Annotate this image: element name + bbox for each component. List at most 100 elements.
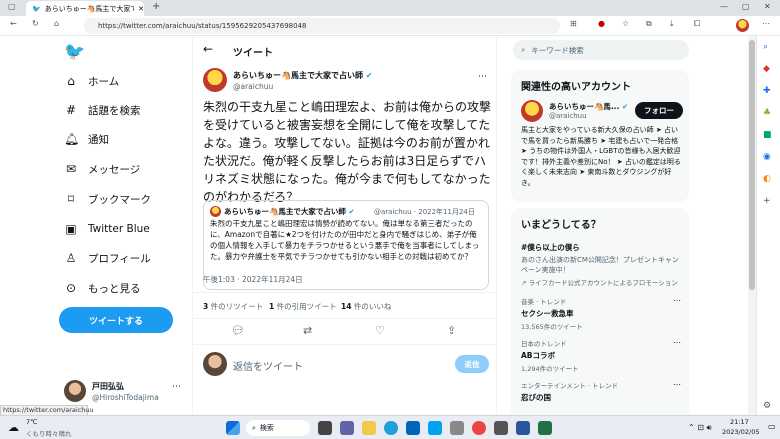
related-title: 関連性の高いアカウント — [521, 82, 631, 93]
author-avatar[interactable] — [203, 68, 227, 92]
address-bar[interactable]: https://twitter.com/araichuu/status/1595… — [84, 18, 560, 34]
reload-icon[interactable]: ↻ — [32, 19, 39, 28]
clock-time[interactable]: 21:17 — [730, 418, 749, 426]
twitter-favicon-icon: 🐦 — [32, 4, 41, 13]
more-dots-icon[interactable]: ⋯ — [478, 72, 487, 82]
home-icon[interactable]: ⌂ — [54, 19, 59, 28]
tools-icon[interactable]: ✚ — [763, 86, 771, 96]
tweet-button[interactable]: ツイートする — [59, 307, 173, 333]
extension-icon[interactable]: ⊞ — [570, 19, 577, 28]
reply-icon[interactable]: 💬︎ — [231, 324, 245, 337]
search-label: 検索 — [259, 424, 274, 432]
follow-button[interactable]: フォロー — [635, 102, 683, 119]
retweets-stat[interactable]: 3 件のリツイート — [203, 301, 263, 312]
outlook-icon[interactable]: ◉ — [763, 152, 771, 162]
likes-stat[interactable]: 14 件のいいね — [341, 301, 391, 312]
edge-sidebar: ⌕ ◆ ✚ ♣ ■ ◉ ◐ + ⚙ — [756, 36, 780, 415]
more-dots-icon[interactable]: ⋯ — [673, 296, 681, 305]
taskbar-search[interactable]: ⌕ 検索 — [246, 420, 310, 436]
excel-icon[interactable] — [538, 421, 552, 435]
notification-icon[interactable]: ▭ — [768, 422, 776, 431]
bell-icon: 🔔︎ — [64, 132, 80, 146]
store-icon[interactable] — [406, 421, 420, 435]
search-input[interactable]: ⌕ キーワード検索 — [513, 40, 689, 60]
more-dots-icon: ⋯ — [172, 382, 181, 392]
nav-home[interactable]: ⌂ ホーム — [64, 72, 119, 90]
back-icon[interactable]: ← — [10, 19, 17, 28]
trend-title: ABコラボ — [521, 351, 556, 360]
trend-item[interactable]: 日本のトレンド ABコラボ 1,294件のツイート — [521, 338, 685, 373]
search-sidebar-icon[interactable]: ⌕ — [763, 42, 768, 52]
nav-explore[interactable]: # 話題を検索 — [64, 101, 141, 119]
task-view-icon[interactable] — [318, 421, 332, 435]
start-icon[interactable] — [226, 421, 240, 435]
trend-item[interactable]: #僕ら以上の僕ら あのさん出演の新CM公開記念！プレゼントキャンペーン実施中！ … — [521, 242, 685, 287]
browser-tab[interactable]: 🐦 あらいちゅー🐴馬主で大家で占い師 ✕ — [26, 1, 144, 16]
page-title: ツイート — [233, 48, 273, 59]
edge-icon[interactable] — [384, 421, 398, 435]
app-icon-2[interactable] — [494, 421, 508, 435]
tab-actions-icon[interactable]: ▢ — [8, 2, 16, 11]
nav-bookmarks[interactable]: ⌑ ブックマーク — [64, 190, 151, 208]
trend-item[interactable]: エンターテインメント · トレンド 忍びの国 — [521, 380, 685, 403]
window-close-icon[interactable]: ✕ — [764, 2, 771, 11]
retweet-icon[interactable]: ⇄ — [303, 324, 312, 337]
author-handle[interactable]: @araichuu — [233, 82, 273, 91]
app-icon[interactable] — [450, 421, 464, 435]
related-bio: 馬主と大家をやっている新大久保の占い師 ➤ 占いで馬を買ったら新馬勝ち ➤ 宅建… — [521, 126, 681, 187]
nav-notifications[interactable]: 🔔︎ 通知 — [64, 130, 109, 148]
scrollbar-thumb[interactable] — [749, 40, 755, 290]
back-arrow-icon[interactable]: ← — [203, 42, 213, 56]
nav-profile[interactable]: ♙ プロフィール — [64, 249, 151, 267]
reply-input[interactable]: 返信をツイート — [233, 358, 303, 373]
drop-icon[interactable]: ◐ — [763, 174, 771, 184]
more-dots-icon[interactable]: ⋯ — [673, 338, 681, 347]
quote-handle: @araichuu · 2022年11月24日 — [374, 208, 475, 216]
skype-icon[interactable] — [428, 421, 442, 435]
word-icon[interactable] — [516, 421, 530, 435]
teams-icon[interactable] — [340, 421, 354, 435]
shopping-icon[interactable]: ◆ — [763, 64, 770, 74]
windows-taskbar: ☁ 7℃ くもり時々晴れ ⌕ 検索 ⌃ ⊡ 🔊︎ 21:17 2023/02/05… — [0, 415, 780, 439]
account-switcher[interactable]: 戸田弘弘 @HiroshiTodajima ⋯ — [60, 376, 188, 406]
system-tray-icons[interactable]: ⌃ ⊡ 🔊︎ — [688, 423, 712, 433]
downloads-icon[interactable]: ⤓ — [670, 19, 674, 29]
tweet-timestamp[interactable]: 午後1:03 · 2022年11月24日 — [203, 274, 303, 285]
quotes-stat[interactable]: 1 件の引用ツイート — [269, 301, 337, 312]
weather-icon[interactable]: ☁ — [8, 421, 19, 434]
games-icon[interactable]: ♣ — [763, 108, 771, 118]
add-icon[interactable]: + — [763, 196, 771, 206]
extension-red-icon[interactable]: ● — [598, 19, 605, 28]
menu-icon[interactable]: ⋯ — [762, 19, 770, 28]
nav-more[interactable]: ⊙ もっと見る — [64, 279, 141, 297]
file-explorer-icon[interactable] — [362, 421, 376, 435]
clock-date[interactable]: 2023/02/05 — [722, 428, 759, 436]
nav-messages[interactable]: ✉ メッセージ — [64, 160, 140, 178]
settings-gear-icon[interactable]: ⚙ — [763, 401, 771, 411]
share-icon[interactable]: ⇪ — [447, 324, 456, 337]
twitter-logo-icon[interactable]: 🐦 — [64, 42, 85, 62]
chrome-icon[interactable] — [472, 421, 486, 435]
like-icon[interactable]: ♡ — [375, 324, 385, 337]
maximize-icon[interactable]: ▢ — [742, 2, 750, 11]
collections-icon[interactable]: ⧉ — [646, 19, 652, 29]
minimize-icon[interactable]: — — [720, 2, 728, 11]
reply-button[interactable]: 返信 — [455, 355, 489, 373]
nav-twitter-blue[interactable]: ▣ Twitter Blue — [64, 220, 150, 238]
more-dots-icon[interactable]: ⋯ — [673, 380, 681, 389]
trend-promo: ↗ ライフカード公式アカウントによるプロモーション — [521, 279, 678, 287]
trend-count: 1,294件のツイート — [521, 365, 579, 373]
office-icon[interactable]: ■ — [763, 130, 772, 140]
main-timeline: ← ツイート あらいちゅー🐴馬主で大家で占い師 ✔ @araichuu ⋯ 朱烈… — [192, 36, 497, 415]
tab-close-icon[interactable]: ✕ — [138, 5, 144, 13]
profile-avatar[interactable] — [736, 19, 749, 32]
favorite-icon[interactable]: ☆ — [622, 19, 629, 28]
related-name[interactable]: あらいちゅー🐴馬... ✔ — [549, 101, 628, 112]
trend-item[interactable]: 音楽 · トレンド セクシー救急車 13,565件のツイート — [521, 296, 685, 331]
extensions-icon[interactable]: ⧠ — [694, 19, 700, 29]
related-avatar[interactable] — [521, 100, 543, 122]
nav-label: Twitter Blue — [88, 223, 150, 235]
new-tab-button[interactable]: + — [152, 1, 160, 12]
author-name[interactable]: あらいちゅー🐴馬主で大家で占い師 ✔ — [233, 70, 372, 81]
trend-category: 音楽 · トレンド — [521, 298, 567, 306]
